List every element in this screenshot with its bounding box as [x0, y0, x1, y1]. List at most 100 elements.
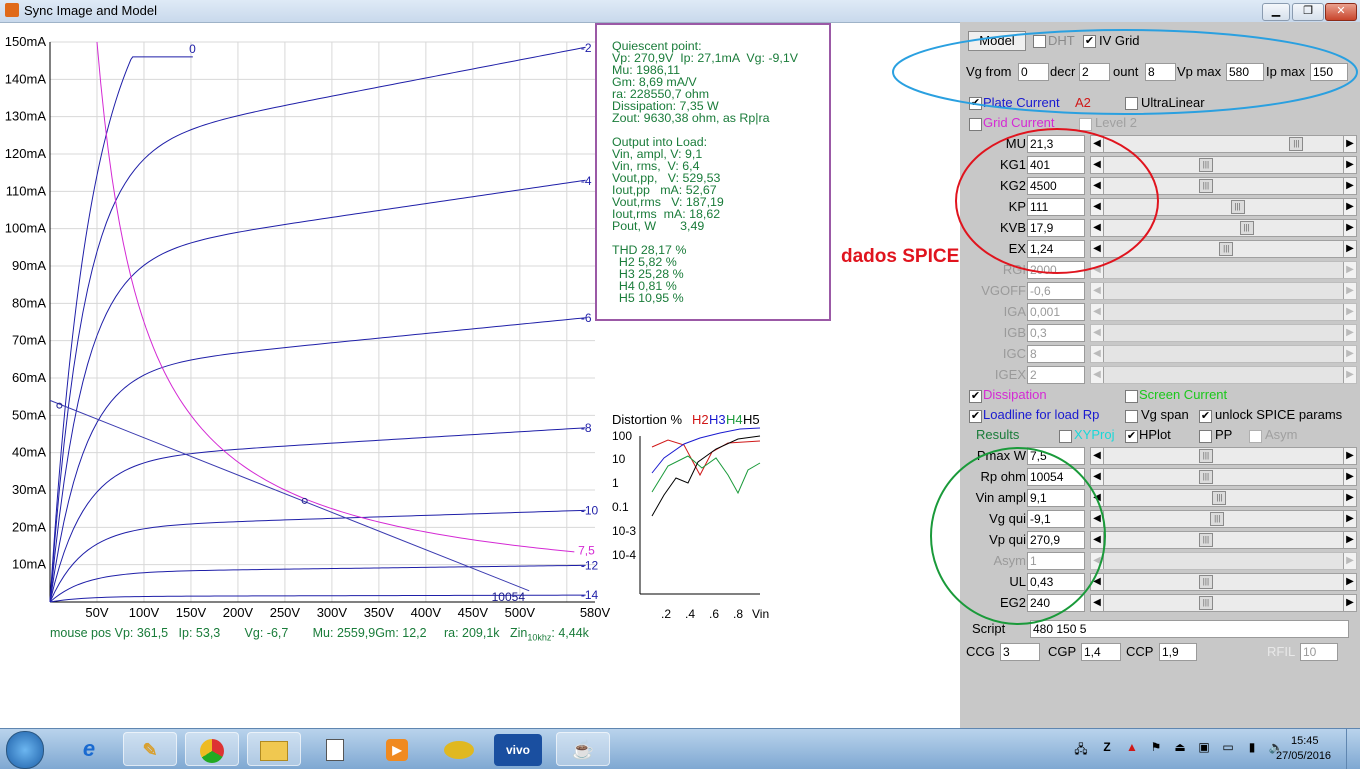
app-tray-icon[interactable]: ▲: [1124, 740, 1140, 756]
slider-left-arrow-icon[interactable]: ◀: [1091, 532, 1104, 548]
slider-right-arrow-icon[interactable]: ▶: [1343, 199, 1356, 215]
slider-right-arrow-icon[interactable]: ▶: [1343, 325, 1356, 341]
param-field[interactable]: 401: [1027, 156, 1085, 174]
slider-left-arrow-icon[interactable]: ◀: [1091, 574, 1104, 590]
param-field[interactable]: 1: [1027, 552, 1085, 570]
monitor-icon[interactable]: ▭: [1220, 740, 1236, 756]
slider-right-arrow-icon[interactable]: ▶: [1343, 490, 1356, 506]
slider-right-arrow-icon[interactable]: ▶: [1343, 553, 1356, 569]
vpmax-field[interactable]: 580: [1226, 63, 1264, 81]
param-slider[interactable]: ◀ ▶: [1090, 366, 1357, 384]
param-field[interactable]: 21,3: [1027, 135, 1085, 153]
slider-right-arrow-icon[interactable]: ▶: [1343, 346, 1356, 362]
slider-right-arrow-icon[interactable]: ▶: [1343, 157, 1356, 173]
slider-left-arrow-icon[interactable]: ◀: [1091, 157, 1104, 173]
param-field[interactable]: -9,1: [1027, 510, 1085, 528]
java-icon[interactable]: ☕: [556, 732, 610, 766]
param-field[interactable]: 10054: [1027, 468, 1085, 486]
batman-app-icon[interactable]: [432, 732, 486, 766]
param-slider[interactable]: ◀ ▶: [1090, 345, 1357, 363]
minimize-button[interactable]: ▁: [1262, 3, 1290, 21]
ie-icon[interactable]: e: [62, 732, 116, 766]
dht-checkbox[interactable]: [1033, 35, 1046, 48]
slider-thumb[interactable]: |||: [1198, 575, 1213, 589]
paint-icon[interactable]: ✎: [123, 732, 177, 766]
device-icon[interactable]: ▣: [1196, 740, 1212, 756]
slider-left-arrow-icon[interactable]: ◀: [1091, 283, 1104, 299]
param-slider[interactable]: ◀ ▶: [1090, 282, 1357, 300]
param-slider[interactable]: ◀ ▶ |||: [1090, 135, 1357, 153]
chrome-icon[interactable]: [185, 732, 239, 766]
close-button[interactable]: ✕: [1325, 3, 1357, 21]
param-field[interactable]: 270,9: [1027, 531, 1085, 549]
slider-right-arrow-icon[interactable]: ▶: [1343, 241, 1356, 257]
slider-left-arrow-icon[interactable]: ◀: [1091, 448, 1104, 464]
slider-left-arrow-icon[interactable]: ◀: [1091, 262, 1104, 278]
rfil-field[interactable]: 10: [1300, 643, 1338, 661]
slider-left-arrow-icon[interactable]: ◀: [1091, 136, 1104, 152]
grid-current-checkbox[interactable]: [969, 118, 982, 131]
param-slider[interactable]: ◀ ▶ |||: [1090, 177, 1357, 195]
clock-date[interactable]: 27/05/2016: [1276, 750, 1331, 762]
vivo-app[interactable]: vivo: [494, 734, 542, 766]
clock-time[interactable]: 15:45: [1291, 735, 1319, 747]
hplot-checkbox[interactable]: ✔: [1125, 430, 1138, 443]
screen-current-checkbox[interactable]: [1125, 390, 1138, 403]
slider-thumb[interactable]: |||: [1210, 512, 1225, 526]
param-slider[interactable]: ◀ ▶: [1090, 552, 1357, 570]
param-slider[interactable]: ◀ ▶ |||: [1090, 489, 1357, 507]
slider-right-arrow-icon[interactable]: ▶: [1343, 469, 1356, 485]
vg-from-field[interactable]: 0: [1018, 63, 1049, 81]
param-field[interactable]: 2000: [1027, 261, 1085, 279]
slider-thumb[interactable]: |||: [1198, 470, 1213, 484]
param-slider[interactable]: ◀ ▶: [1090, 261, 1357, 279]
param-field[interactable]: 240: [1027, 594, 1085, 612]
param-slider[interactable]: ◀ ▶ |||: [1090, 510, 1357, 528]
param-slider[interactable]: ◀ ▶ |||: [1090, 198, 1357, 216]
slider-right-arrow-icon[interactable]: ▶: [1343, 595, 1356, 611]
param-slider[interactable]: ◀ ▶ |||: [1090, 219, 1357, 237]
slider-left-arrow-icon[interactable]: ◀: [1091, 490, 1104, 506]
dissipation-checkbox[interactable]: ✔: [969, 390, 982, 403]
slider-right-arrow-icon[interactable]: ▶: [1343, 283, 1356, 299]
param-slider[interactable]: ◀ ▶ |||: [1090, 468, 1357, 486]
asym-checkbox[interactable]: [1249, 430, 1262, 443]
slider-left-arrow-icon[interactable]: ◀: [1091, 346, 1104, 362]
param-field[interactable]: 111: [1027, 198, 1085, 216]
param-field[interactable]: 1,24: [1027, 240, 1085, 258]
slider-right-arrow-icon[interactable]: ▶: [1343, 367, 1356, 383]
ivgrid-checkbox[interactable]: ✔: [1083, 35, 1096, 48]
cgp-field[interactable]: 1,4: [1081, 643, 1121, 661]
param-slider[interactable]: ◀ ▶ |||: [1090, 594, 1357, 612]
param-field[interactable]: 0,43: [1027, 573, 1085, 591]
param-slider[interactable]: ◀ ▶ |||: [1090, 156, 1357, 174]
slider-thumb[interactable]: |||: [1230, 200, 1245, 214]
param-field[interactable]: 4500: [1027, 177, 1085, 195]
ultralinear-checkbox[interactable]: [1125, 97, 1138, 110]
slider-left-arrow-icon[interactable]: ◀: [1091, 469, 1104, 485]
model-tab-button[interactable]: Model: [968, 31, 1026, 51]
slider-thumb[interactable]: |||: [1198, 158, 1213, 172]
slider-thumb[interactable]: |||: [1219, 242, 1234, 256]
slider-left-arrow-icon[interactable]: ◀: [1091, 325, 1104, 341]
param-slider[interactable]: ◀ ▶: [1090, 324, 1357, 342]
slider-left-arrow-icon[interactable]: ◀: [1091, 553, 1104, 569]
slider-right-arrow-icon[interactable]: ▶: [1343, 136, 1356, 152]
start-button[interactable]: [6, 731, 44, 769]
param-field[interactable]: 8: [1027, 345, 1085, 363]
script-field[interactable]: 480 150 5: [1030, 620, 1349, 638]
slider-left-arrow-icon[interactable]: ◀: [1091, 241, 1104, 257]
param-field[interactable]: 2: [1027, 366, 1085, 384]
level2-checkbox[interactable]: [1079, 118, 1092, 131]
param-field[interactable]: 0,001: [1027, 303, 1085, 321]
slider-thumb[interactable]: |||: [1198, 179, 1213, 193]
param-slider[interactable]: ◀ ▶ |||: [1090, 531, 1357, 549]
param-slider[interactable]: ◀ ▶ |||: [1090, 573, 1357, 591]
network-icon[interactable]: 🖧: [1073, 740, 1089, 756]
param-slider[interactable]: ◀ ▶: [1090, 303, 1357, 321]
xyproj-checkbox[interactable]: [1059, 430, 1072, 443]
param-slider[interactable]: ◀ ▶ |||: [1090, 447, 1357, 465]
flag-icon[interactable]: ⚑: [1148, 740, 1164, 756]
slider-right-arrow-icon[interactable]: ▶: [1343, 511, 1356, 527]
param-field[interactable]: 7,5: [1027, 447, 1085, 465]
